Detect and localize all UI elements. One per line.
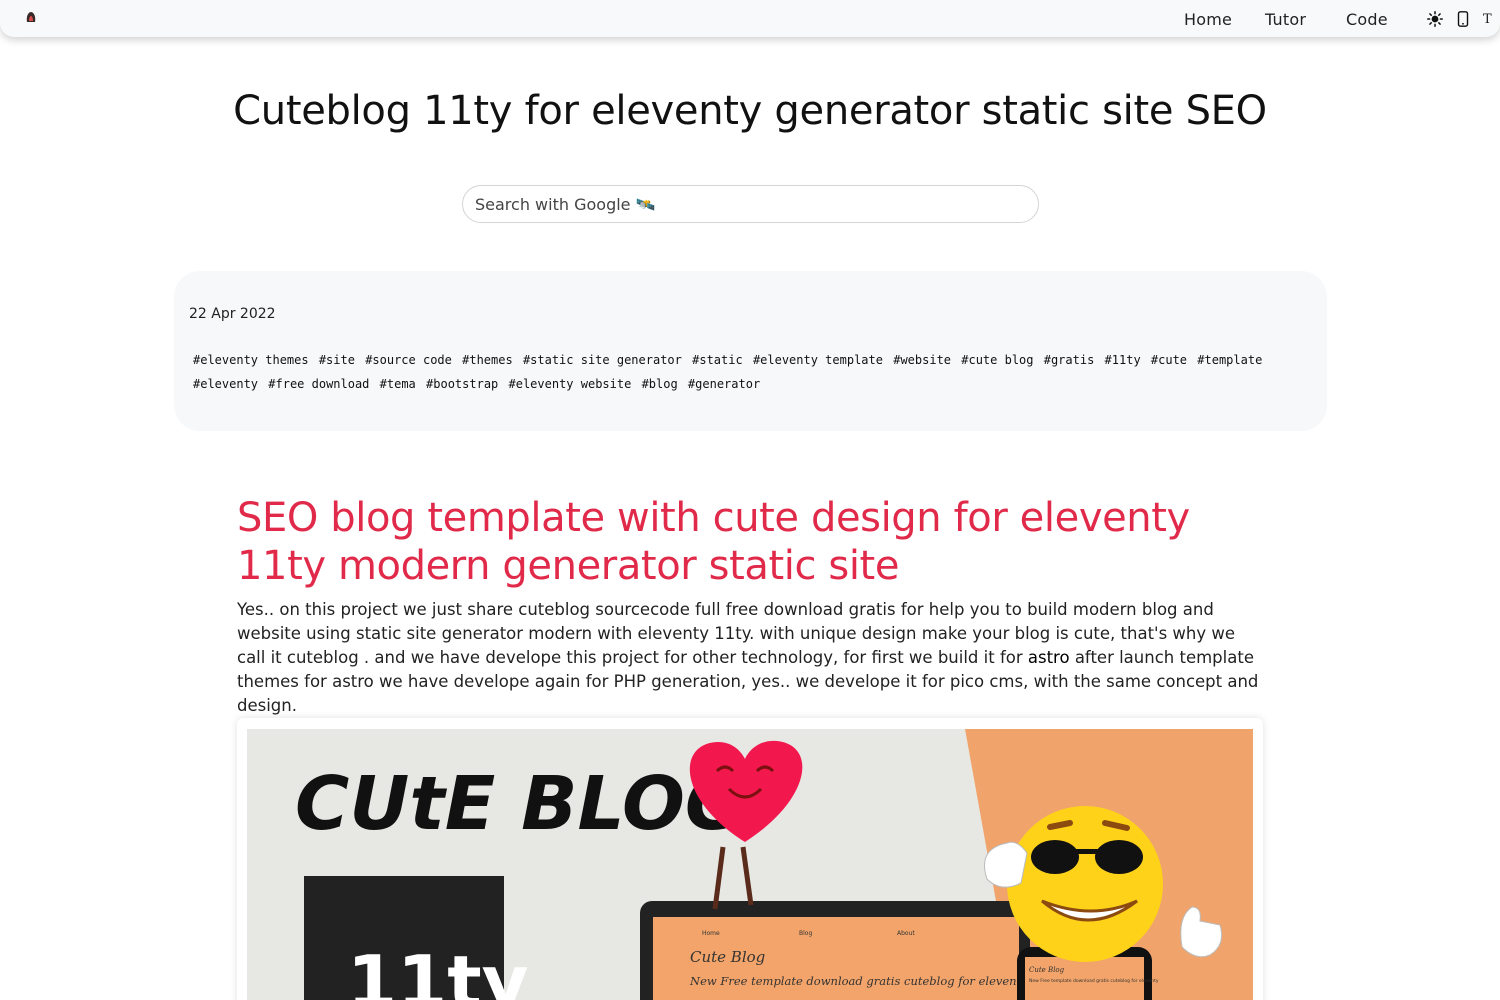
tag-link[interactable]: #bootstrap xyxy=(426,377,498,391)
tag-link[interactable]: #blog xyxy=(642,377,678,391)
tag-link[interactable]: #free download xyxy=(268,377,369,391)
post-heading: SEO blog template with cute design for e… xyxy=(237,495,1190,589)
tag-link[interactable]: #eleventy themes xyxy=(193,353,309,367)
screen-nav-about: About xyxy=(897,930,915,937)
featured-image-card: CUtE BLOG 11ty Home Blog About Cute Blog… xyxy=(237,718,1263,1000)
screen-brand: Cute Blog xyxy=(690,948,765,966)
featured-image[interactable]: CUtE BLOG 11ty Home Blog About Cute Blog… xyxy=(247,729,1253,1000)
tag-link[interactable]: #site xyxy=(319,353,355,367)
tag-link[interactable]: #eleventy website xyxy=(509,377,632,391)
tag-link[interactable]: #themes xyxy=(462,353,513,367)
nav-tutor-link[interactable]: Tutor xyxy=(1265,10,1306,29)
tag-link[interactable]: #gratis xyxy=(1044,353,1095,367)
tag-link[interactable]: #cute blog xyxy=(961,353,1033,367)
hero-badge: 11ty xyxy=(347,940,529,1000)
screen-nav-home: Home xyxy=(702,930,720,937)
screen-nav-blog: Blog xyxy=(799,930,812,937)
post-body: Yes.. on this project we just share cute… xyxy=(237,598,1263,718)
site-title: Cuteblog 11ty for eleventy generator sta… xyxy=(233,88,1267,134)
tag-link[interactable]: #11ty xyxy=(1105,353,1141,367)
nav-code-link[interactable]: Code xyxy=(1346,10,1388,29)
phone-text: New Free template download gratis cutebl… xyxy=(1029,978,1159,984)
tag-link[interactable]: #template xyxy=(1197,353,1262,367)
post-date: 22 Apr 2022 xyxy=(189,306,276,322)
sun-icon[interactable] xyxy=(1427,11,1443,27)
tag-link[interactable]: #static xyxy=(692,353,743,367)
tag-link[interactable]: #eleventy xyxy=(193,377,258,391)
top-navbar: Home Tutor Code T xyxy=(0,0,1500,37)
hero-headline: CUtE BLOG xyxy=(295,761,746,847)
tag-link[interactable]: #source code xyxy=(365,353,452,367)
screen-tagline: New Free template download gratis cutebl… xyxy=(689,974,1058,988)
nav-home-link[interactable]: Home xyxy=(1184,10,1232,29)
tag-link[interactable]: #static site generator xyxy=(523,353,682,367)
text-icon[interactable]: T xyxy=(1483,12,1495,28)
mobile-icon[interactable] xyxy=(1455,11,1471,27)
astro-link[interactable]: astro xyxy=(1028,648,1070,667)
tag-link[interactable]: #eleventy template xyxy=(753,353,883,367)
search-input[interactable] xyxy=(462,185,1039,223)
post-meta-card: 22 Apr 2022 #eleventy themes #site #sour… xyxy=(174,271,1327,431)
tag-link[interactable]: #generator xyxy=(688,377,760,391)
phone-brand: Cute Blog xyxy=(1029,966,1065,974)
tag-link[interactable]: #tema xyxy=(380,377,416,391)
tag-list: #eleventy themes #site #source code #the… xyxy=(193,348,1273,396)
tag-link[interactable]: #cute xyxy=(1151,353,1187,367)
tag-link[interactable]: #website xyxy=(893,353,951,367)
logo-icon[interactable] xyxy=(25,11,37,23)
